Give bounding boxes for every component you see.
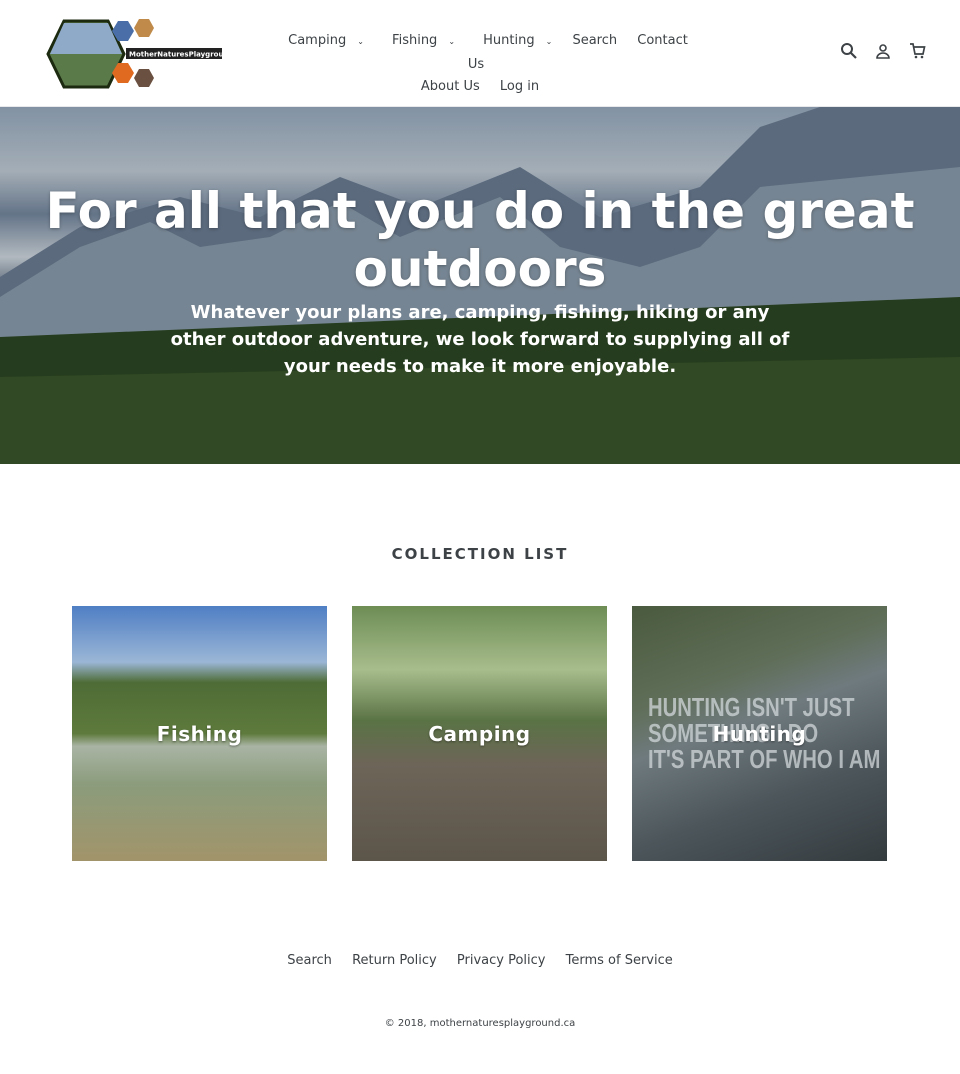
nav-fishing[interactable]: Fishing ⌄ bbox=[384, 33, 455, 48]
copyright: © 2018, mothernaturesplayground.ca bbox=[384, 1018, 576, 1029]
collection-camping[interactable]: Camping bbox=[352, 606, 607, 861]
main-nav: Camping ⌄ Fishing ⌄ Hunting ⌄ Search Contac… bbox=[270, 30, 690, 99]
footer-privacy-policy[interactable]: Privacy Policy bbox=[457, 953, 546, 968]
nav-about-us[interactable]: About Us bbox=[421, 79, 480, 94]
site-header: MotherNaturesPlayground.CA Camping⌄ Fish… bbox=[0, 0, 960, 107]
hero-banner: For all that you do in the great outdoor… bbox=[0, 107, 960, 464]
nav-camping[interactable]: Camping ⌄ bbox=[280, 33, 364, 48]
hero-title: For all that you do in the great outdoor… bbox=[45, 182, 915, 298]
footer-return-policy[interactable]: Return Policy bbox=[352, 953, 437, 968]
collection-list-title: COLLECTION LIST bbox=[391, 545, 569, 563]
chevron-down-icon: ⌄ bbox=[448, 37, 456, 46]
footer-links: Search Return Policy Privacy Policy Term… bbox=[0, 953, 960, 968]
collection-fishing[interactable]: Fishing bbox=[72, 606, 327, 861]
collection-hunting[interactable]: HUNTING ISN'T JUST SOMETHING I DO IT'S P… bbox=[632, 606, 887, 861]
logo[interactable]: MotherNaturesPlayground.CA bbox=[46, 18, 224, 90]
chevron-down-icon: ⌄ bbox=[545, 37, 553, 46]
search-icon[interactable] bbox=[840, 42, 858, 60]
cart-icon[interactable] bbox=[908, 42, 926, 60]
footer-search[interactable]: Search bbox=[287, 953, 332, 968]
hero-text: Whatever your plans are, camping, fishin… bbox=[170, 302, 790, 377]
svg-text:MotherNaturesPlayground.CA: MotherNaturesPlayground.CA bbox=[129, 51, 224, 59]
chevron-down-icon: ⌄ bbox=[357, 37, 364, 46]
nav-hunting[interactable]: Hunting ⌄ bbox=[475, 33, 552, 48]
nav-log-in[interactable]: Log in bbox=[500, 79, 539, 94]
nav-search[interactable]: Search bbox=[572, 33, 617, 48]
footer-terms-of-service[interactable]: Terms of Service bbox=[566, 953, 673, 968]
account-icon[interactable] bbox=[874, 42, 892, 60]
